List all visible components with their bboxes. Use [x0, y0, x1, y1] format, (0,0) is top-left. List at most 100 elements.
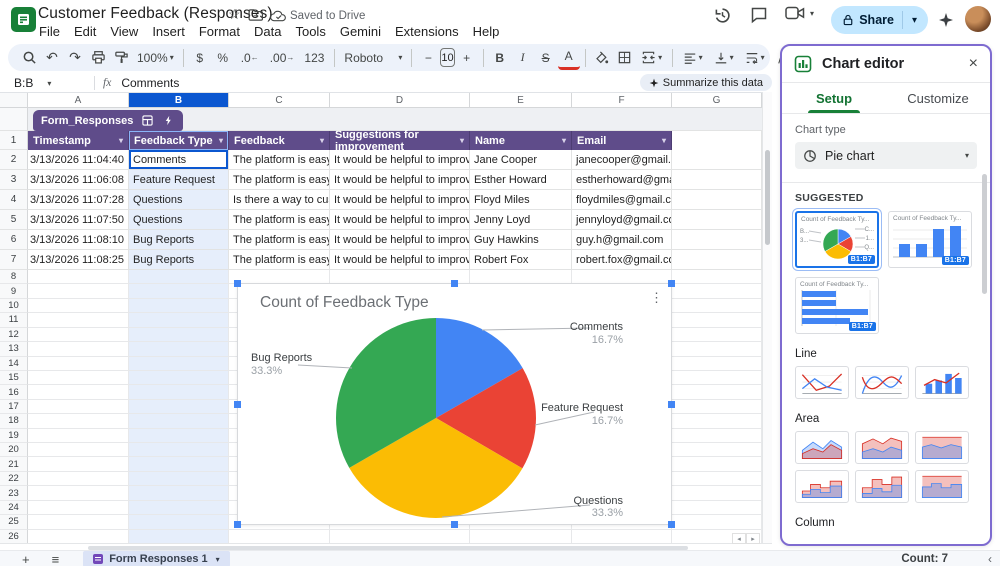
borders-icon[interactable]	[614, 47, 636, 69]
scroll-right-arrow[interactable]: ▸	[746, 533, 760, 544]
horizontal-align-icon[interactable]: ▾	[678, 47, 708, 69]
line-chart-thumb[interactable]	[795, 366, 849, 399]
row-header-23[interactable]: 23	[0, 486, 28, 501]
cell-C6[interactable]: The platform is easy to u	[229, 230, 330, 250]
cell-F5[interactable]: jennyloyd@gmail.com	[572, 210, 672, 230]
cell-E6[interactable]: Guy Hawkins	[470, 230, 572, 250]
formula-input[interactable]: Comments	[121, 76, 179, 90]
row-header-25[interactable]: 25	[0, 515, 28, 530]
cell-B22[interactable]	[129, 471, 229, 487]
tab-customize[interactable]: Customize	[886, 83, 990, 113]
print-icon[interactable]	[87, 47, 109, 69]
sheet-tab[interactable]: Form Responses 1 ▾	[83, 551, 230, 566]
count-summary[interactable]: Count: 7	[901, 553, 948, 565]
avatar[interactable]	[965, 6, 991, 32]
bold-button[interactable]: B	[489, 47, 511, 69]
cell-D7[interactable]: It would be helpful to improve page	[330, 250, 470, 270]
lightning-icon[interactable]	[163, 115, 174, 126]
text-color-button[interactable]: A	[557, 45, 580, 70]
cell-B6[interactable]: Bug Reports	[129, 230, 229, 250]
vertical-scrollbar[interactable]	[762, 92, 772, 543]
cell-G13[interactable]	[672, 342, 762, 357]
cell-A9[interactable]	[28, 284, 129, 299]
row-header-20[interactable]: 20	[0, 443, 28, 458]
decrease-decimals-button[interactable]: .0 ←	[235, 47, 265, 69]
collapse-panel-icon[interactable]: ‹	[988, 552, 992, 566]
column-header-B[interactable]: B	[129, 93, 229, 108]
row-header-19[interactable]: 19	[0, 428, 28, 444]
menu-format[interactable]: Format	[192, 22, 247, 41]
number-format-button[interactable]: 123	[299, 47, 329, 69]
cell-G12[interactable]	[672, 327, 762, 343]
table-header-feedback[interactable]: Feedback ▾	[229, 131, 330, 150]
cell-A25[interactable]	[28, 515, 129, 530]
row-header-1[interactable]: 1	[0, 131, 28, 150]
vertical-scrollbar-thumb[interactable]	[765, 150, 770, 245]
cell-G8[interactable]	[672, 270, 762, 285]
cell-C2[interactable]: The platform is easy to u	[229, 150, 330, 170]
cell-B3[interactable]: Feature Request	[129, 170, 229, 190]
cell-B11[interactable]	[129, 313, 229, 328]
chart-resize-handle[interactable]	[451, 521, 458, 528]
cell-A5[interactable]: 3/13/2026 11:07:50	[28, 210, 129, 230]
cell-A4[interactable]: 3/13/2026 11:07:28	[28, 190, 129, 210]
cell-A26[interactable]	[28, 529, 129, 545]
fill-color-icon[interactable]	[591, 47, 613, 69]
row-header-4[interactable]: 4	[0, 190, 28, 210]
paint-format-icon[interactable]	[110, 47, 132, 69]
cell-G16[interactable]	[672, 385, 762, 400]
table-header-timestamp[interactable]: Timestamp ▾	[28, 131, 129, 150]
meet-video-icon[interactable]: ▾	[785, 6, 814, 20]
cell-G4[interactable]	[672, 190, 762, 210]
add-sheet-icon[interactable]: +	[22, 552, 30, 566]
search-icon[interactable]	[18, 47, 40, 69]
cell-A6[interactable]: 3/13/2026 11:08:10	[28, 230, 129, 250]
cell-A19[interactable]	[28, 428, 129, 444]
text-wrapping-icon[interactable]: ▾	[740, 47, 770, 69]
cell-A18[interactable]	[28, 414, 129, 429]
cell-B12[interactable]	[129, 327, 229, 343]
meet-caret-icon[interactable]: ▾	[810, 9, 814, 18]
cell-B5[interactable]: Questions	[129, 210, 229, 230]
cell-F6[interactable]: guy.h@gmail.com	[572, 230, 672, 250]
cell-A22[interactable]	[28, 471, 129, 487]
menu-file[interactable]: File	[32, 22, 67, 41]
cell-A20[interactable]	[28, 443, 129, 458]
column-header-F[interactable]: F	[572, 93, 672, 108]
menu-gemini[interactable]: Gemini	[333, 22, 388, 41]
row-header-14[interactable]: 14	[0, 356, 28, 371]
cell-C3[interactable]: The platform is easy to u	[229, 170, 330, 190]
zoom-select[interactable]: 100% ▾	[133, 47, 178, 69]
cell-A3[interactable]: 3/13/2026 11:06:08	[28, 170, 129, 190]
cell-B10[interactable]	[129, 298, 229, 314]
smooth-line-chart-thumb[interactable]	[855, 366, 909, 399]
stacked-stepped-area-chart-thumb[interactable]	[855, 470, 909, 503]
font-size-input[interactable]: 10	[440, 48, 455, 67]
cell-A2[interactable]: 3/13/2026 11:04:40	[28, 150, 129, 170]
header-dropdown-icon[interactable]: ▾	[460, 136, 464, 145]
chart-resize-handle[interactable]	[451, 280, 458, 287]
cell-A15[interactable]	[28, 370, 129, 386]
percent-stacked-stepped-area-chart-thumb[interactable]	[915, 470, 969, 503]
suggested-column-thumb[interactable]: Count of Feedback Ty... B1:B7	[888, 211, 972, 268]
comment-icon[interactable]	[750, 6, 768, 24]
cell-B26[interactable]	[129, 529, 229, 545]
cell-B17[interactable]	[129, 399, 229, 415]
strikethrough-button[interactable]: S	[535, 47, 557, 69]
version-history-icon[interactable]	[713, 6, 732, 25]
row-header-24[interactable]: 24	[0, 500, 28, 516]
cloud-saved-icon[interactable]	[270, 10, 287, 22]
row-header-26[interactable]: 26	[0, 529, 28, 545]
menu-data[interactable]: Data	[247, 22, 288, 41]
row-header-7[interactable]: 7	[0, 250, 28, 270]
merge-cells-icon[interactable]: ▾	[637, 47, 667, 69]
table-header-email[interactable]: Email ▾	[572, 131, 672, 150]
cell-E2[interactable]: Jane Cooper	[470, 150, 572, 170]
cell-G5[interactable]	[672, 210, 762, 230]
header-dropdown-icon[interactable]: ▾	[320, 136, 324, 145]
chart-resize-handle[interactable]	[668, 280, 675, 287]
menu-tools[interactable]: Tools	[288, 22, 332, 41]
cell-F26[interactable]	[572, 529, 672, 545]
cell-G22[interactable]	[672, 471, 762, 487]
cell-B13[interactable]	[129, 342, 229, 357]
